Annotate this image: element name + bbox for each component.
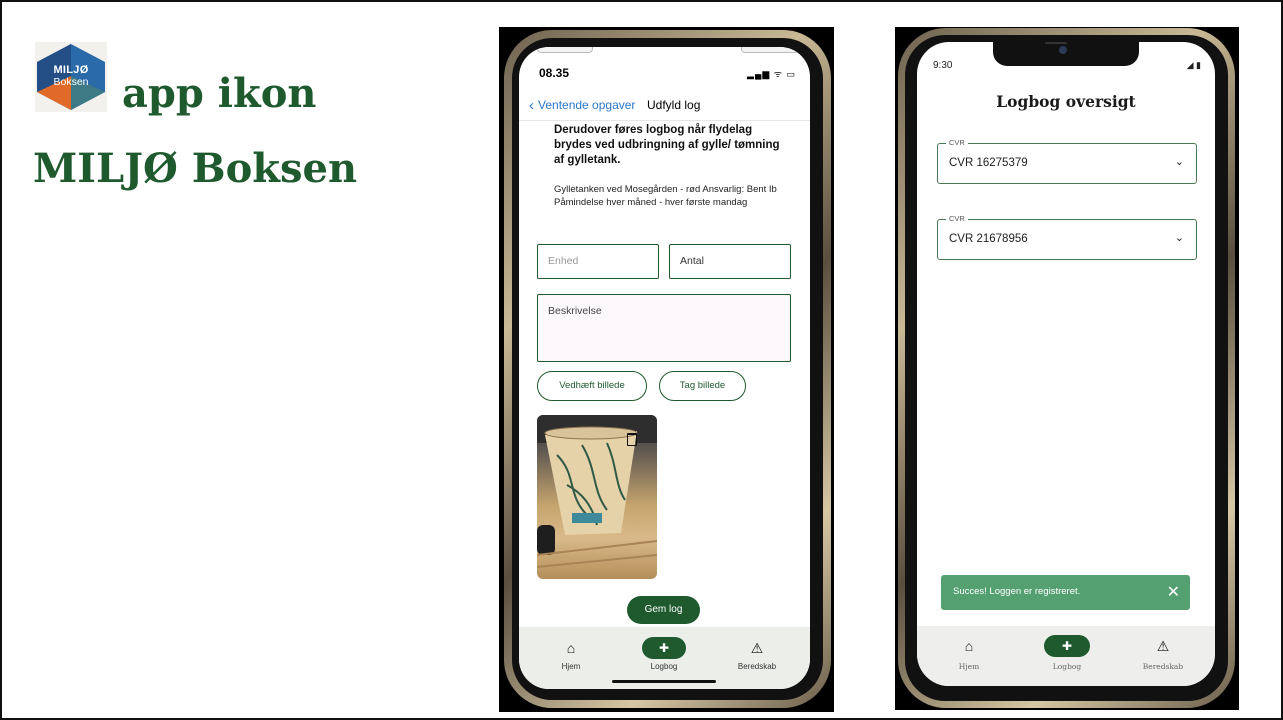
- camera-icon: [1059, 46, 1067, 54]
- bottom-tab-bar: ⌂ Hjem ✚ Logbog ⚠ Beredskab: [519, 627, 810, 689]
- description-textarea[interactable]: Beskrivelse: [537, 294, 791, 362]
- chevron-down-icon: ⌄: [1174, 156, 1184, 168]
- status-icons: ◢ ▮: [1186, 60, 1201, 70]
- count-input[interactable]: Antal: [669, 244, 791, 279]
- tab-home[interactable]: ⌂ Hjem: [531, 637, 611, 671]
- select-value: CVR 21678956: [949, 233, 1028, 245]
- tab-logbog[interactable]: ✚ Logbog: [1027, 635, 1107, 671]
- status-icons: ▂▄▆ ᯤ ▭: [747, 69, 796, 79]
- tab-label: Logbog: [1052, 662, 1082, 671]
- tab-label: Beredskab: [737, 662, 777, 671]
- headline-miljo-boksen: MILJØ Boksen: [33, 145, 358, 192]
- cvr-select-2[interactable]: CVR CVR 21678956 ⌄: [937, 214, 1197, 260]
- tab-beredskab[interactable]: ⚠ Beredskab: [717, 637, 797, 671]
- toast-message: Succes! Loggen er registreret.: [953, 586, 1081, 597]
- attached-photo-thumbnail: [537, 415, 657, 579]
- warning-icon: ⚠: [1156, 638, 1170, 654]
- select-label: CVR: [946, 214, 968, 224]
- unit-input[interactable]: Enhed: [537, 244, 659, 279]
- tab-label: Logbog: [650, 662, 678, 671]
- phone-left-screen: 08.35 ▂▄▆ ᯤ ▭ ‹ Ventende opgaver Udfyld l…: [519, 47, 810, 689]
- home-icon: ⌂: [964, 638, 974, 654]
- warning-icon: ⚠: [750, 640, 764, 656]
- chevron-left-icon: ‹: [529, 97, 534, 114]
- top-tab-hint: [537, 47, 593, 53]
- home-indicator[interactable]: [612, 680, 716, 683]
- bottom-tab-bar: ⌂ Hjem ✚ Logbog ⚠ Beredskab: [917, 626, 1215, 686]
- page-title: Logbog oversigt: [996, 92, 1136, 111]
- nav-title: Udfyld log: [647, 98, 701, 112]
- select-label: CVR: [946, 138, 968, 148]
- logbook-add-icon: ✚: [642, 637, 686, 659]
- status-time: 9:30: [933, 60, 953, 71]
- tab-logbog[interactable]: ✚ Logbog: [624, 637, 704, 671]
- select-value: CVR 16275379: [949, 157, 1028, 169]
- nav-bar: ‹ Ventende opgaver Udfyld log: [519, 93, 810, 121]
- success-toast: Succes! Loggen er registreret. ✕: [941, 575, 1190, 610]
- tab-label: Hjem: [958, 662, 980, 671]
- phone-right-screen: 9:30 ◢ ▮ Logbog oversigt CVR CVR 1627537…: [917, 42, 1215, 686]
- task-title: Derudover føres logbog når flydelag bryd…: [554, 124, 780, 166]
- speaker: [1045, 42, 1067, 44]
- tab-home[interactable]: ⌂ Hjem: [929, 635, 1009, 671]
- slide: MILJØ Boksen app ikon MILJØ Boksen 08.35…: [0, 0, 1283, 720]
- attach-photo-button[interactable]: Vedhæft billede: [537, 371, 647, 401]
- cup-photo-image: [537, 415, 657, 568]
- tab-label: Hjem: [561, 662, 581, 671]
- top-tab-hint: [741, 47, 799, 53]
- cvr-select-1[interactable]: CVR CVR 16275379 ⌄: [937, 138, 1197, 184]
- take-photo-button[interactable]: Tag billede: [659, 371, 746, 401]
- status-bar: 08.35 ▂▄▆ ᯤ ▭: [519, 47, 810, 87]
- save-log-button[interactable]: Gem log: [627, 596, 700, 624]
- logo-text-boksen: Boksen: [53, 76, 89, 88]
- logbook-add-icon: ✚: [1044, 635, 1090, 657]
- notch: [993, 42, 1139, 66]
- close-icon[interactable]: ✕: [1167, 582, 1180, 602]
- logo-text-miljo: MILJØ: [53, 64, 89, 76]
- delete-photo-icon[interactable]: [627, 433, 637, 446]
- chevron-down-icon: ⌄: [1174, 232, 1184, 244]
- miljoboksen-logo: MILJØ Boksen: [35, 42, 107, 112]
- tab-beredskab[interactable]: ⚠ Beredskab: [1123, 635, 1203, 671]
- headline-app-ikon: app ikon: [122, 70, 317, 117]
- back-button[interactable]: ‹ Ventende opgaver: [529, 97, 635, 114]
- task-description: Gylletanken ved Mosegården - rød Ansvarl…: [554, 184, 777, 208]
- back-label: Ventende opgaver: [538, 98, 636, 112]
- home-icon: ⌂: [566, 640, 576, 656]
- status-time: 08.35: [539, 66, 570, 80]
- tab-label: Beredskab: [1142, 662, 1184, 671]
